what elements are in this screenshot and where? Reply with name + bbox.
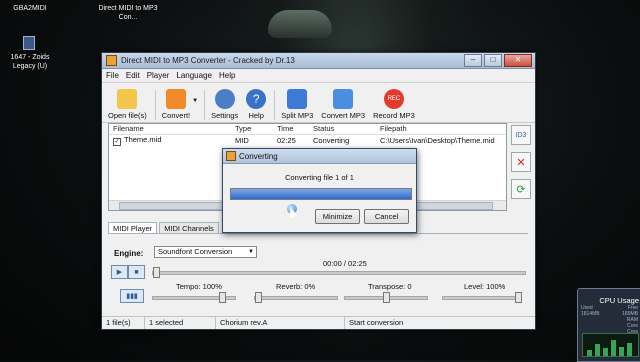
status-soundfont: Chorium rev.A xyxy=(216,317,345,329)
cancel-button[interactable]: Cancel xyxy=(364,209,409,224)
convert-button[interactable]: Convert! xyxy=(162,89,190,120)
column-time[interactable]: Time xyxy=(277,124,313,134)
refresh-icon: ⟳ xyxy=(516,183,526,196)
help-icon: ? xyxy=(246,89,267,109)
convert-icon xyxy=(165,89,186,109)
stop-button[interactable]: ■ xyxy=(128,265,145,279)
split-mp3-icon xyxy=(287,89,308,109)
row-checkbox[interactable]: ✓ xyxy=(113,137,121,146)
level-label: Level: 100% xyxy=(464,282,506,291)
seek-slider[interactable] xyxy=(152,267,526,278)
minimize-button[interactable]: Minimize xyxy=(315,209,360,224)
reverb-slider[interactable] xyxy=(254,292,338,303)
app-icon xyxy=(106,55,117,66)
desktop-icon-label-zoids[interactable]: 1647 - Zoids Legacy (U) xyxy=(4,53,56,71)
seek-slider-knob[interactable] xyxy=(153,267,160,278)
tempo-slider-knob[interactable] xyxy=(219,292,226,303)
toolbar: Open file(s) Convert! ▼ Settings ? Help … xyxy=(102,83,535,123)
tempo-label: Tempo: 100% xyxy=(176,282,222,291)
level-slider-knob[interactable] xyxy=(515,292,522,303)
player-panel: Engine: Soundfont Conversion ▼ 00:00 / 0… xyxy=(108,233,528,312)
column-type[interactable]: Type xyxy=(235,124,277,134)
row-type: MID xyxy=(235,135,249,145)
menu-file[interactable]: File xyxy=(106,71,119,80)
minimize-window-button[interactable]: – xyxy=(464,54,482,67)
record-mp3-button[interactable]: REC Record MP3 xyxy=(373,89,415,120)
red-x-icon: ✕ xyxy=(516,156,526,169)
transpose-slider[interactable] xyxy=(344,292,428,303)
level-slider[interactable] xyxy=(442,292,522,303)
file-icon[interactable] xyxy=(23,36,35,50)
conversion-progress-bar xyxy=(230,188,412,200)
status-selected: 1 selected xyxy=(145,317,216,329)
cpu-usage-gadget[interactable]: CPU Usage Used Free 1814MB 189MB RAM Core … xyxy=(577,288,640,362)
row-filename: Theme.mid xyxy=(124,134,162,144)
play-button[interactable]: ▶ xyxy=(111,265,128,279)
menu-edit[interactable]: Edit xyxy=(126,71,140,80)
dialog-title-bar[interactable]: Converting xyxy=(223,149,416,164)
convert-mp3-icon xyxy=(333,89,354,109)
split-mp3-button[interactable]: Split MP3 xyxy=(281,89,313,120)
converting-dialog: Converting Converting file 1 of 1 Minimi… xyxy=(222,148,417,233)
convert-mp3-button[interactable]: Convert MP3 xyxy=(321,89,365,120)
close-window-button[interactable]: ✕ xyxy=(504,54,532,67)
settings-button[interactable]: Settings xyxy=(211,89,238,120)
desktop-icon-label-gba2midi[interactable]: GBA2MIDI xyxy=(10,4,50,13)
desktop-icon-label-direct-midi[interactable]: Direct MIDI to MP3 Con... xyxy=(98,4,158,22)
playback-timecode: 00:00 / 02:25 xyxy=(323,259,367,268)
refresh-button[interactable]: ⟳ xyxy=(511,179,531,199)
gear-icon xyxy=(214,89,235,109)
dialog-title: Converting xyxy=(239,151,278,161)
menu-help[interactable]: Help xyxy=(219,71,235,80)
engine-label: Engine: xyxy=(114,249,144,258)
maximize-window-button[interactable]: □ xyxy=(484,54,502,67)
dialog-message: Converting file 1 of 1 xyxy=(285,173,354,182)
column-filename[interactable]: Filename xyxy=(109,124,235,134)
wallpaper-helmet xyxy=(268,10,332,38)
menu-language[interactable]: Language xyxy=(176,71,212,80)
reverb-label: Reverb: 0% xyxy=(276,282,316,291)
stop-icon: ■ xyxy=(134,268,139,276)
cpu-usage-graph xyxy=(582,333,639,357)
side-toolbar: ID3 ✕ ⟳ xyxy=(511,125,531,199)
app-icon xyxy=(226,151,236,161)
convert-dropdown-icon[interactable]: ▼ xyxy=(192,98,198,104)
file-list-header: Filename Type Time Status Filepath xyxy=(109,124,506,135)
equalizer-button[interactable]: ▮▮▮ xyxy=(120,289,144,303)
remove-file-button[interactable]: ✕ xyxy=(511,152,531,172)
table-row[interactable]: ✓ Theme.mid MID 02:25 Converting C:\Users… xyxy=(109,134,506,146)
menu-player[interactable]: Player xyxy=(147,71,170,80)
engine-select[interactable]: Soundfont Conversion ▼ xyxy=(154,246,257,258)
file-info-button[interactable]: ID3 xyxy=(511,125,531,145)
id3-tag-icon: ID3 xyxy=(515,131,527,139)
cpu-used-value: 1814MB xyxy=(581,311,600,317)
column-filepath[interactable]: Filepath xyxy=(380,124,506,134)
transpose-label: Transpose: 0 xyxy=(368,282,412,291)
transpose-slider-knob[interactable] xyxy=(383,292,390,303)
status-bar: 1 file(s) 1 selected Chorium rev.A Start… xyxy=(102,316,535,329)
window-title: Direct MIDI to MP3 Converter - Cracked b… xyxy=(121,56,295,65)
help-button[interactable]: ? Help xyxy=(246,89,267,120)
open-files-button[interactable]: Open file(s) xyxy=(108,89,147,120)
reverb-slider-knob[interactable] xyxy=(255,292,262,303)
engine-select-value: Soundfont Conversion xyxy=(158,247,233,256)
cpu-gadget-title: CPU Usage xyxy=(599,296,639,305)
equalizer-icon: ▮▮▮ xyxy=(126,293,138,300)
status-file-count: 1 file(s) xyxy=(102,317,145,329)
status-message: Start conversion xyxy=(349,318,404,327)
play-icon: ▶ xyxy=(116,269,123,276)
menu-bar: File Edit Player Language Help xyxy=(102,69,535,83)
tempo-slider[interactable] xyxy=(152,292,236,303)
open-folder-icon xyxy=(117,89,138,109)
title-bar[interactable]: Direct MIDI to MP3 Converter - Cracked b… xyxy=(102,53,535,69)
row-status: Converting xyxy=(313,135,350,145)
chevron-down-icon: ▼ xyxy=(248,249,254,255)
row-filepath: C:\Users\Ivan\Desktop\Theme.mid xyxy=(380,135,495,145)
record-icon: REC xyxy=(383,89,404,109)
column-status[interactable]: Status xyxy=(313,124,380,134)
progress-fill xyxy=(231,189,411,199)
row-time: 02:25 xyxy=(277,135,296,145)
